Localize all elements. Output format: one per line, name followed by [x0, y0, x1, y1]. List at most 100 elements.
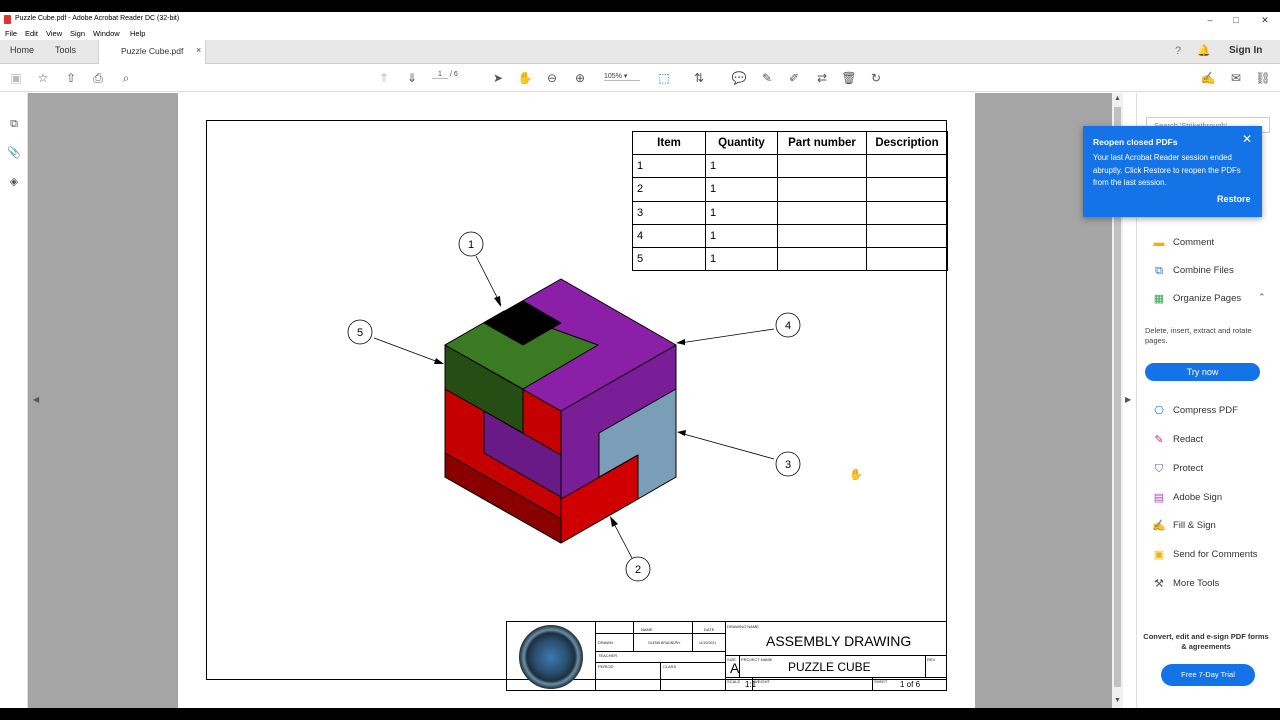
- arrowhead-5: [434, 358, 444, 364]
- hand-tool-icon[interactable]: ✋: [517, 70, 533, 86]
- email-icon[interactable]: ✉: [1228, 70, 1244, 86]
- tool-protect-label: Protect: [1173, 463, 1204, 474]
- share-icon[interactable]: ⇄: [814, 70, 830, 86]
- layers-icon[interactable]: ◈: [7, 175, 21, 189]
- balloon-3-label: 3: [785, 459, 791, 471]
- save-icon[interactable]: ▣: [8, 70, 24, 86]
- title-bar: Puzzle Cube.pdf - Adobe Acrobat Reader D…: [0, 12, 1280, 28]
- acrobat-window: Puzzle Cube.pdf - Adobe Acrobat Reader D…: [0, 12, 1280, 708]
- tool-combine-label: Combine Files: [1173, 265, 1234, 276]
- main-toolbar: ▣ ☆ ⇧ ⎙ ⌕ ⇑ ⇓ 1 / 6 ➤ ✋ ⊖ ⊕ 105% ▾ ⬚ ⇅ 💬…: [0, 64, 1280, 92]
- comment-icon[interactable]: 💬: [731, 70, 747, 86]
- attachments-paperclip-icon[interactable]: 📎: [7, 146, 21, 160]
- tb-period: PERIOD: [598, 664, 614, 669]
- menu-help[interactable]: Help: [130, 29, 145, 38]
- bookmark-star-icon[interactable]: ☆: [35, 70, 51, 86]
- compress-icon: ⎔: [1154, 405, 1164, 417]
- free-trial-button[interactable]: Free 7-Day Trial: [1161, 664, 1255, 686]
- sign-icon: ▤: [1153, 492, 1165, 504]
- tool-organize-label: Organize Pages: [1173, 293, 1242, 304]
- search-zoom-icon[interactable]: ⌕: [118, 70, 134, 86]
- tab-tools[interactable]: Tools: [55, 45, 76, 55]
- menu-edit[interactable]: Edit: [25, 29, 38, 38]
- page-fit-icon[interactable]: ⬚: [656, 70, 672, 86]
- more-tools-icon: ⚒: [1154, 578, 1164, 590]
- close-tab-icon[interactable]: ×: [196, 45, 201, 55]
- tool-send-comments-label: Send for Comments: [1173, 549, 1258, 560]
- close-window-button[interactable]: ✕: [1250, 12, 1280, 28]
- title-block-divider: [925, 655, 926, 677]
- upload-cloud-icon[interactable]: ⇧: [63, 70, 79, 86]
- help-icon[interactable]: ?: [1171, 44, 1185, 58]
- notifications-bell-icon[interactable]: 🔔: [1197, 44, 1211, 58]
- fill-sign-toolbar-icon[interactable]: ✍: [1200, 70, 1216, 86]
- page-thumbnails-icon[interactable]: ⧉: [7, 118, 21, 132]
- tool-compress-label: Compress PDF: [1173, 405, 1238, 416]
- send-comments-icon: ▣: [1153, 549, 1165, 561]
- tab-home[interactable]: Home: [10, 45, 34, 55]
- highlight-pen-icon[interactable]: ✎: [759, 70, 775, 86]
- rotate-icon[interactable]: ↻: [868, 70, 884, 86]
- zoom-level-select[interactable]: 105% ▾: [604, 72, 640, 81]
- title-block-divider: [725, 655, 947, 656]
- balloon-1-label: 1: [468, 239, 474, 251]
- tool-more-tools-label: More Tools: [1173, 578, 1220, 589]
- notification-title: Reopen closed PDFs: [1093, 137, 1178, 147]
- next-page-icon[interactable]: ⇓: [404, 70, 420, 86]
- sign-in-button[interactable]: Sign In: [1229, 45, 1262, 56]
- tb-class: CLASS: [663, 664, 677, 669]
- tb-name-header: NAME: [641, 627, 653, 632]
- link-icon[interactable]: ⛓: [1255, 70, 1271, 86]
- redact-icon: ✎: [1154, 434, 1164, 446]
- page-indicator: 1 / 6: [432, 71, 458, 79]
- scroll-up-arrow-icon[interactable]: ▲: [1114, 95, 1121, 102]
- collapse-left-panel-icon[interactable]: ◀: [33, 395, 39, 404]
- notification-body: Your last Acrobat Reader session ended a…: [1093, 153, 1241, 187]
- tb-drawn-date: 11/15/2021: [699, 641, 717, 645]
- menu-file[interactable]: File: [5, 29, 17, 38]
- title-block: NAME DATE DRAWN GLENN BRADBURY 11/15/202…: [506, 621, 947, 691]
- scroll-mode-icon[interactable]: ⇅: [691, 70, 707, 86]
- menu-sign[interactable]: Sign: [70, 29, 85, 38]
- previous-page-icon[interactable]: ⇑: [376, 70, 392, 86]
- page-number-input[interactable]: 1: [432, 71, 448, 79]
- reopen-pdfs-notification: Reopen closed PDFs ✕ Your last Acrobat R…: [1083, 126, 1262, 217]
- tb-project-name: PUZZLE CUBE: [788, 660, 871, 674]
- combine-icon: ⧉: [1155, 265, 1163, 277]
- puzzle-cube-drawing: 1 2 3 4 5: [347, 231, 801, 582]
- pdf-page: Item Quantity Part number Description 11…: [178, 93, 975, 708]
- try-now-button[interactable]: Try now: [1145, 363, 1260, 381]
- delete-icon[interactable]: 🗑: [841, 70, 857, 86]
- tab-document[interactable]: Puzzle Cube.pdf ×: [98, 40, 206, 64]
- zoom-in-icon[interactable]: ⊕: [572, 70, 588, 86]
- select-cursor-icon[interactable]: ➤: [490, 70, 506, 86]
- pdf-file-icon: [4, 15, 11, 24]
- menu-window[interactable]: Window: [93, 29, 120, 38]
- title-block-divider: [595, 633, 725, 634]
- title-block-divider: [595, 651, 725, 652]
- tb-sheet-header: SHEET: [874, 679, 888, 684]
- promo-text: Convert, edit and e-sign PDF forms & agr…: [1143, 632, 1269, 651]
- leader-line-5: [373, 337, 442, 364]
- tb-drawing-name-header: DRAWING NAME: [727, 624, 759, 629]
- balloon-5-label: 5: [357, 327, 363, 339]
- tb-weight-header: WEIGHT: [754, 679, 770, 684]
- scroll-down-arrow-icon[interactable]: ▼: [1114, 697, 1121, 704]
- print-icon[interactable]: ⎙: [90, 70, 106, 86]
- zoom-out-icon[interactable]: ⊖: [544, 70, 560, 86]
- chevron-up-icon[interactable]: ⌃: [1258, 292, 1266, 303]
- maximize-button[interactable]: □: [1221, 12, 1251, 28]
- restore-button[interactable]: Restore: [1217, 194, 1251, 204]
- tb-scale-header: SCALE: [727, 679, 741, 684]
- draw-icon[interactable]: ✐: [786, 70, 802, 86]
- comment-tool-icon: ▬: [1153, 237, 1165, 249]
- collapse-right-panel-icon[interactable]: ▶: [1125, 395, 1131, 404]
- zoom-level-value: 105%: [604, 73, 622, 80]
- arrowhead-2: [610, 516, 618, 527]
- tool-fill-sign-label: Fill & Sign: [1173, 520, 1216, 531]
- title-block-divider: [725, 622, 726, 691]
- menu-view[interactable]: View: [46, 29, 62, 38]
- notification-close-icon[interactable]: ✕: [1242, 132, 1252, 146]
- title-block-divider: [660, 662, 661, 691]
- tb-date-header: DATE: [704, 627, 715, 632]
